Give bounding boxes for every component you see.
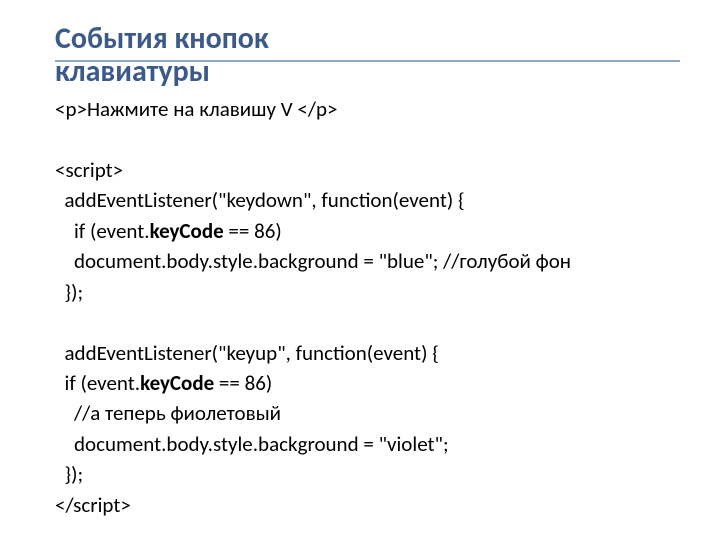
slide: События кнопок клавиатуры <p>Нажмите на …: [0, 0, 720, 540]
title-divider: [55, 60, 680, 62]
code-l1b: Нажмите на клавишу V: [87, 96, 297, 122]
code-l9: addEventListener("keyup", function(event…: [55, 340, 439, 366]
title-line-1: События кнопок: [55, 22, 680, 55]
title-block: События кнопок: [55, 22, 680, 55]
code-l13: });: [55, 461, 83, 487]
code-l3: <script>: [55, 157, 123, 183]
code-l10a: if (event.: [55, 370, 140, 396]
code-l1a: <p>: [55, 96, 87, 122]
code-content: <p>Нажмите на клавишу V </p> <script> ad…: [55, 94, 680, 520]
title-divider-wrap: [55, 60, 680, 65]
code-l5b: keyCode: [150, 218, 224, 244]
code-l1c: </p>: [297, 96, 337, 122]
code-l14: </script>: [55, 492, 131, 518]
code-l7: });: [55, 279, 83, 305]
code-l4: addEventListener("keydown", function(eve…: [55, 187, 465, 213]
code-l6: document.body.style.background = "blue";…: [55, 248, 571, 274]
code-l5c: == 86): [224, 218, 282, 244]
code-l10c: == 86): [214, 370, 272, 396]
code-l11: //а теперь фиолетовый: [55, 400, 281, 426]
code-l5a: if (event.: [55, 218, 150, 244]
code-l12: document.body.style.background = "violet…: [55, 431, 449, 457]
slide-title: События кнопок: [55, 22, 680, 55]
code-block: <p>Нажмите на клавишу V </p> <script> ad…: [55, 94, 680, 520]
code-l10b: keyCode: [140, 370, 214, 396]
